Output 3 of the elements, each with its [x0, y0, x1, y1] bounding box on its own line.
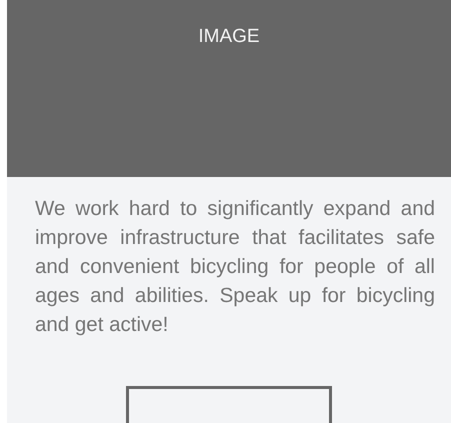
image-label: IMAGE: [198, 25, 260, 49]
description-text: We work hard to significantly expand and improve infrastructure that facilitates safe and convenient bicycling for people of all ages and abilities. Speak up for bicycling and get active!: [35, 196, 435, 338]
outline-button[interactable]: [126, 386, 332, 423]
